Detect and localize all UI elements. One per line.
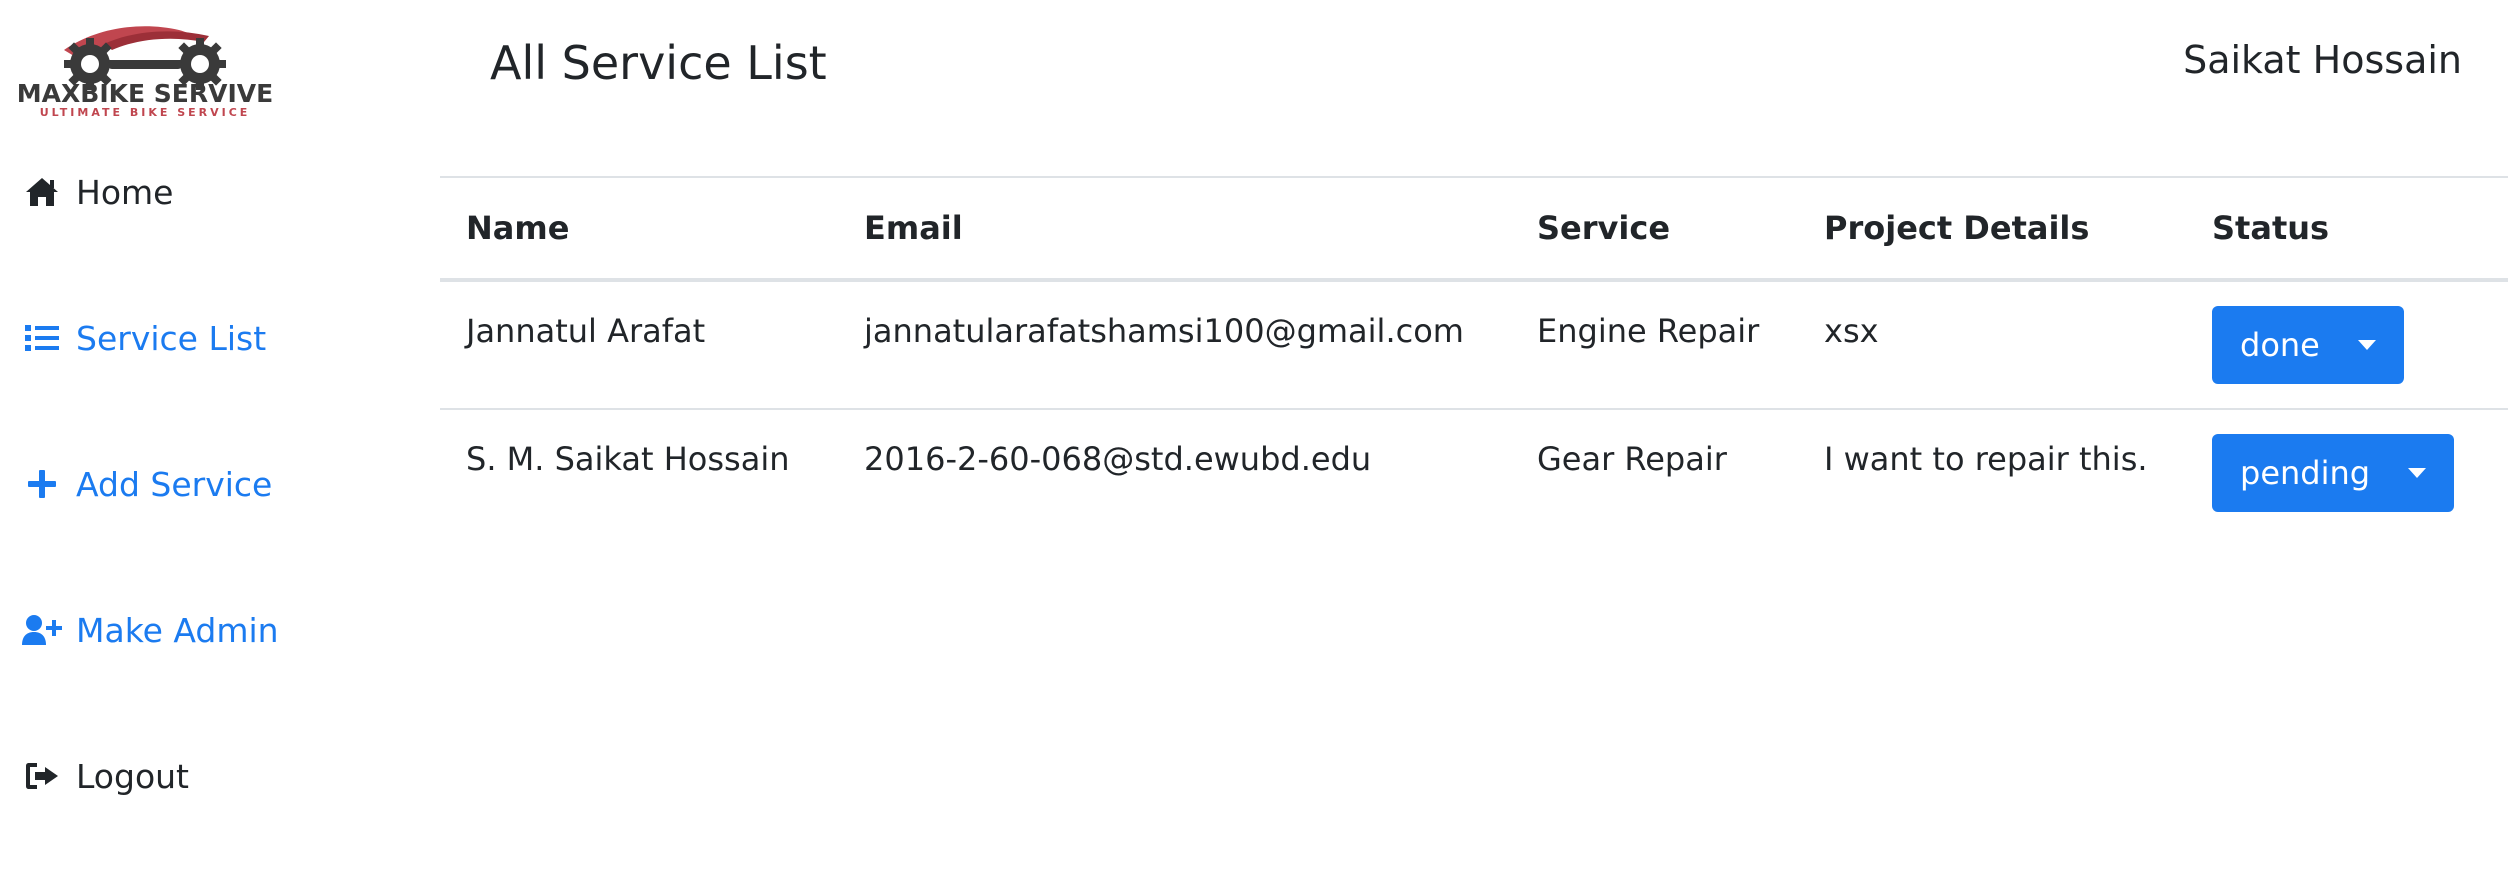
column-header-status: Status [2186, 176, 2508, 282]
service-table-container: Name Email Service Project Details Statu… [440, 176, 2508, 536]
plus-icon [22, 464, 62, 504]
cell-name: S. M. Saikat Hossain [466, 440, 790, 478]
sidebar-item-label: Add Service [76, 464, 273, 504]
table-header: Name Email Service Project Details Statu… [440, 176, 2508, 282]
sidebar-item-home[interactable]: Home [22, 167, 173, 217]
service-table: Name Email Service Project Details Statu… [440, 176, 2508, 536]
cell-service: Gear Repair [1537, 440, 1727, 478]
status-dropdown[interactable]: done [2212, 306, 2404, 384]
column-header-name: Name [440, 176, 838, 282]
cell-status: done [2186, 280, 2508, 410]
sidebar-item-add-service[interactable]: Add Service [22, 459, 272, 509]
sidebar: MAXBIKE SERVIVE ULTIMATE BIKE SERVICE Ho… [0, 0, 430, 890]
sidebar-item-make-admin[interactable]: Make Admin [22, 605, 279, 655]
column-header-service: Service [1511, 176, 1798, 282]
brand-logo[interactable]: MAXBIKE SERVIVE ULTIMATE BIKE SERVICE [4, 20, 286, 120]
status-dropdown[interactable]: pending [2212, 434, 2455, 512]
cell-email: jannatularafatshamsi100@gmail.com [838, 280, 1511, 410]
table-body: Jannatul Arafat jannatularafatshamsi100@… [440, 280, 2508, 536]
cell-name: Jannatul Arafat [440, 280, 838, 410]
cell-email: 2016-2-60-068@std.ewubd.edu [864, 440, 1372, 478]
column-header-project-details: Project Details [1798, 176, 2186, 282]
logo-graphic: MAXBIKE SERVIVE ULTIMATE BIKE SERVICE [17, 26, 273, 119]
sidebar-item-label: Service List [76, 318, 267, 358]
sidebar-item-service-list[interactable]: Service List [22, 313, 266, 363]
home-icon [22, 172, 62, 212]
sidebar-item-label: Home [76, 172, 174, 212]
cell-service: Engine Repair [1511, 280, 1798, 410]
brand-name: MAXBIKE SERVIVE [17, 79, 273, 108]
cell-status: pending [2186, 409, 2508, 536]
user-plus-icon [22, 610, 62, 650]
list-icon [22, 318, 62, 358]
cell-project-details: xsx [1798, 280, 2186, 410]
column-header-email: Email [838, 176, 1511, 282]
caret-down-icon [2408, 468, 2427, 478]
table-header-row: Name Email Service Project Details Statu… [440, 176, 2508, 282]
sidebar-item-label: Logout [76, 756, 189, 796]
table-row: S. M. Saikat Hossain 2016-2-60-068@std.e… [440, 409, 2508, 536]
status-dropdown-label: pending [2240, 454, 2371, 492]
page-title: All Service List [490, 36, 827, 90]
brand-tagline: ULTIMATE BIKE SERVICE [40, 106, 251, 119]
cell-project-details: I want to repair this. [1824, 440, 2148, 478]
app-root: MAXBIKE SERVIVE ULTIMATE BIKE SERVICE Ho… [0, 0, 2512, 890]
sidebar-item-label: Make Admin [76, 610, 279, 650]
table-row: Jannatul Arafat jannatularafatshamsi100@… [440, 280, 2508, 410]
status-dropdown-label: done [2240, 326, 2320, 364]
user-name: Saikat Hossain [2183, 38, 2462, 82]
caret-down-icon [2357, 340, 2376, 350]
sidebar-item-logout[interactable]: Logout [22, 751, 189, 801]
sign-out-icon [22, 756, 62, 796]
